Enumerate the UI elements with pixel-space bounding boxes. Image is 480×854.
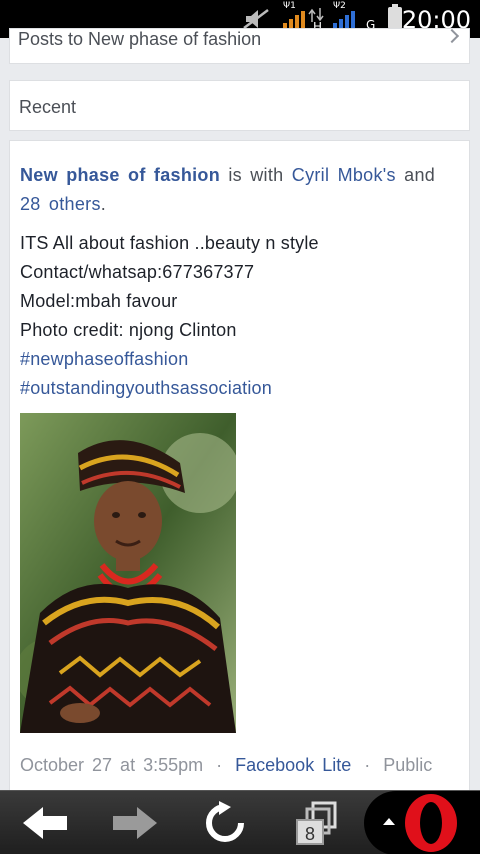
post-timestamp[interactable]: October 27 at 3:55pm xyxy=(20,755,203,775)
privacy-label: Public xyxy=(383,755,433,775)
and-text: and xyxy=(404,165,436,185)
reload-button[interactable] xyxy=(190,791,260,854)
back-arrow-icon xyxy=(23,807,67,839)
post-photo-image xyxy=(20,413,236,733)
posts-to-card[interactable]: Posts to New phase of fashion xyxy=(9,28,470,64)
post-text-line: Model:mbah favour xyxy=(20,291,178,311)
tab-count-badge[interactable]: 8 xyxy=(296,819,324,845)
opera-menu-button[interactable] xyxy=(364,791,480,854)
others-link[interactable]: 28 others xyxy=(20,194,101,214)
browser-nav-bar xyxy=(0,790,480,854)
hashtag-link[interactable]: #newphaseoffashion xyxy=(20,345,460,374)
opera-logo-icon xyxy=(405,794,457,852)
recent-label: Recent xyxy=(19,97,77,117)
post-header: New phase of fashion is with Cyril Mbok'… xyxy=(20,161,460,219)
posts-to-label[interactable]: Posts to New phase of fashion xyxy=(18,29,261,50)
mute-icon xyxy=(243,9,269,29)
back-button[interactable] xyxy=(10,791,80,854)
post-text-line: Contact/whatsap:677367377 xyxy=(20,262,255,282)
post-text-line: Photo credit: njong Clinton xyxy=(20,320,237,340)
post-text-line: ITS All about fashion ..beauty n style xyxy=(20,233,319,253)
post-card: New phase of fashion is with Cyril Mbok'… xyxy=(9,140,470,800)
page-name-link[interactable]: New phase of fashion xyxy=(20,165,220,185)
forward-arrow-icon xyxy=(113,807,157,839)
via-app-link[interactable]: Facebook Lite xyxy=(235,755,351,775)
forward-button[interactable] xyxy=(100,791,170,854)
recent-section-header: Recent xyxy=(9,80,470,131)
chevron-icon[interactable] xyxy=(444,29,460,44)
signal-icon xyxy=(333,10,355,30)
post-body: ITS All about fashion ..beauty n style C… xyxy=(20,229,460,403)
tagged-person-link[interactable]: Cyril Mbok's xyxy=(292,165,396,185)
period-text: . xyxy=(100,194,107,214)
separator: · xyxy=(364,755,371,775)
is-with-text: is with xyxy=(228,165,284,185)
battery-icon xyxy=(388,4,402,29)
signal-icon xyxy=(283,10,305,30)
post-footer: October 27 at 3:55pm · Facebook Lite · P… xyxy=(20,755,432,776)
hashtag-link[interactable]: #outstandingyouthsassociation xyxy=(20,374,460,403)
menu-up-arrow-icon[interactable] xyxy=(383,818,395,825)
reload-icon xyxy=(206,801,244,842)
post-photo[interactable] xyxy=(20,413,236,733)
separator: · xyxy=(216,755,223,775)
